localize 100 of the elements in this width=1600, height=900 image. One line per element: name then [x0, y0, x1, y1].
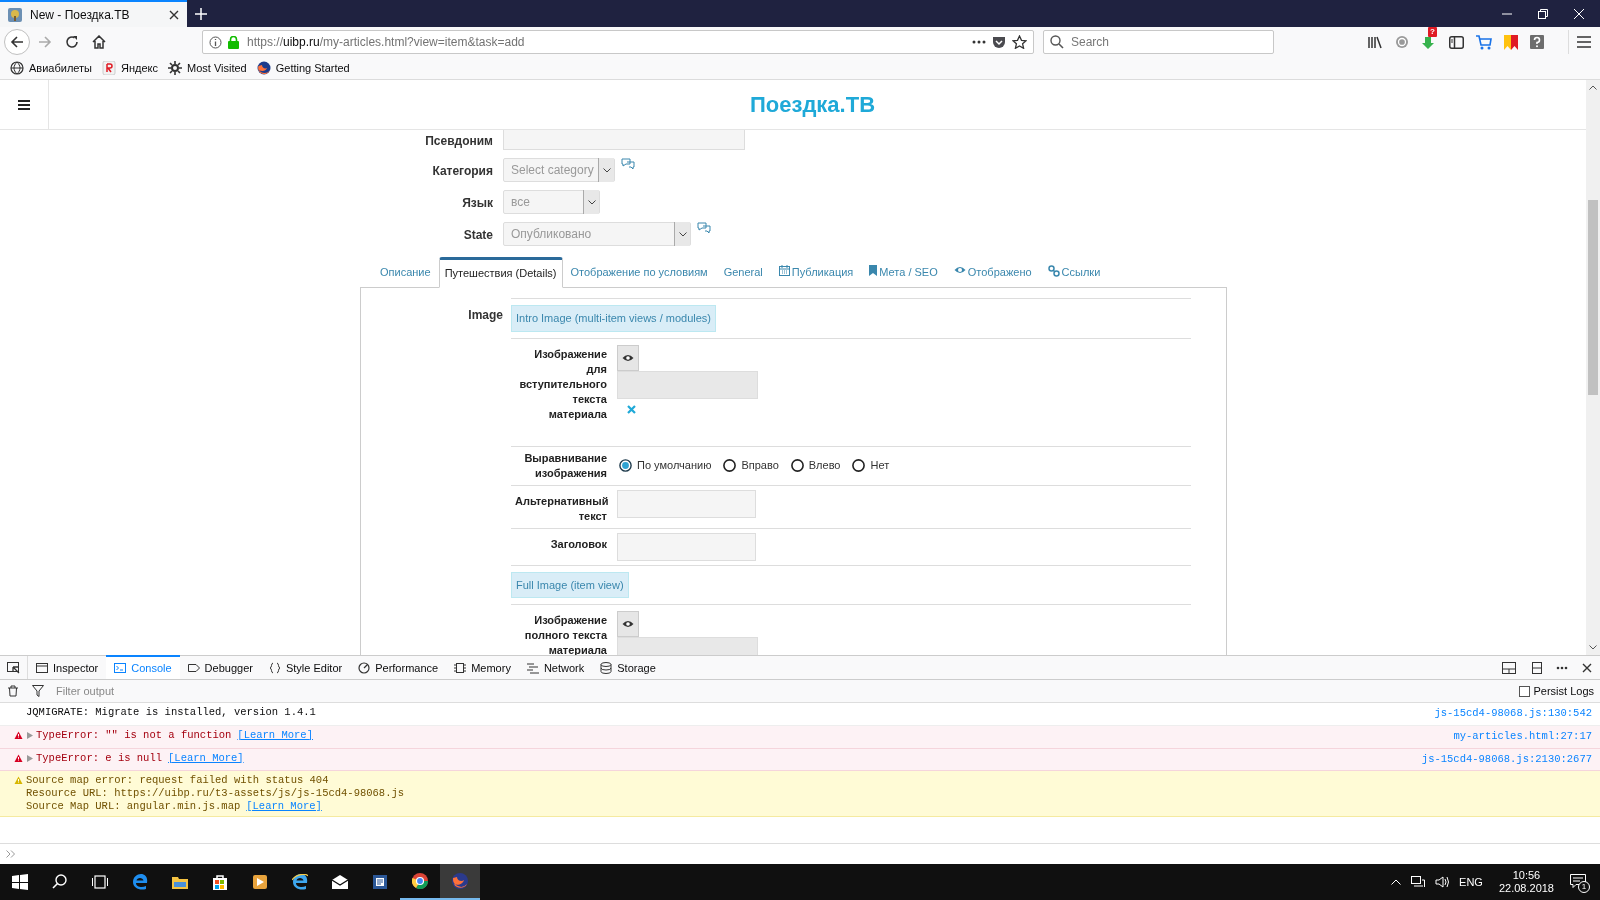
restore-icon[interactable] — [1538, 8, 1548, 19]
flag-icon[interactable] — [1504, 34, 1518, 50]
back-button[interactable] — [4, 29, 30, 55]
warning-icon — [14, 776, 23, 786]
radio-button[interactable] — [852, 459, 866, 472]
image-path-field[interactable] — [617, 370, 758, 399]
devtools-tab[interactable]: Performance — [350, 657, 447, 679]
expand-icon[interactable] — [27, 731, 33, 739]
scroll-down-icon[interactable] — [1589, 645, 1597, 650]
devtools-tab[interactable]: Debugger — [179, 657, 261, 679]
browser-e-icon[interactable] — [132, 874, 148, 890]
tab[interactable]: Путешествия (Details) — [438, 257, 563, 288]
radio-button[interactable] — [723, 459, 737, 472]
envelope-icon[interactable] — [332, 874, 348, 890]
info-icon[interactable] — [209, 35, 222, 49]
bookmark-item[interactable]: Авиабилеты — [10, 59, 92, 77]
clock[interactable]: 10:56 22.08.2018 — [1492, 869, 1560, 895]
tab[interactable]: Отображение по условиям — [562, 257, 716, 287]
close-icon[interactable] — [1582, 662, 1592, 673]
radio-option[interactable]: Нет — [852, 457, 890, 474]
bookmark-item[interactable]: Яндекс — [102, 59, 158, 77]
chevron-up-icon[interactable] — [1391, 879, 1402, 885]
shopping-bag-icon[interactable] — [212, 874, 228, 890]
tab[interactable]: Описание — [372, 257, 439, 287]
caret-icon — [678, 231, 687, 237]
chrome-ball-icon[interactable] — [412, 873, 428, 889]
speech-bubbles-icon[interactable] — [621, 158, 635, 170]
browser-e-icon[interactable] — [292, 874, 308, 890]
clear-icon[interactable] — [627, 404, 636, 414]
trash-icon[interactable] — [7, 685, 19, 697]
window-icon — [36, 662, 48, 674]
play-icon[interactable] — [252, 874, 268, 890]
dock-icon[interactable] — [1502, 661, 1518, 674]
language-indicator[interactable]: ENG — [1459, 873, 1483, 891]
devtools-tab[interactable]: Storage — [592, 657, 664, 679]
browser-logo-icon[interactable] — [452, 873, 468, 889]
menu-icon[interactable] — [18, 99, 30, 110]
preview-button[interactable] — [617, 611, 639, 637]
sidebar-icon[interactable] — [1449, 35, 1464, 49]
radio-option[interactable]: По умолчанию — [619, 457, 712, 474]
search-icon[interactable] — [52, 874, 68, 890]
checkbox[interactable] — [1519, 685, 1531, 697]
more-icon[interactable] — [972, 40, 986, 44]
devtools-tab[interactable]: Network — [518, 657, 593, 679]
filter-field[interactable]: Filter output — [56, 682, 456, 700]
browser-tab[interactable]: New - Поездка.ТВ — [0, 0, 187, 27]
close-icon[interactable] — [169, 9, 179, 20]
devtools-tab[interactable]: Memory — [446, 657, 519, 679]
bookmark-item[interactable]: Most Visited — [168, 59, 247, 77]
network-icon[interactable] — [1411, 876, 1426, 888]
back-arrow-icon — [10, 36, 24, 48]
text-field[interactable] — [617, 489, 756, 518]
tab[interactable]: Отображено — [945, 257, 1040, 287]
devtools-tab[interactable]: Inspector — [28, 657, 107, 679]
radio-button[interactable] — [790, 459, 804, 472]
notification-icon[interactable] — [1570, 874, 1586, 888]
tab[interactable]: General — [715, 257, 771, 287]
tab[interactable]: Публикация — [770, 257, 862, 287]
folder-icon[interactable] — [172, 874, 188, 890]
document-icon[interactable] — [372, 874, 388, 890]
address-bar[interactable]: https://uibp.ru/my-articles.html?view=item&task=add — [202, 30, 1034, 54]
source-link[interactable]: js-15cd4-98068.js:130:542 — [1434, 706, 1592, 722]
learn-more-link[interactable]: [Learn More] — [246, 800, 322, 814]
tab[interactable]: Ссылки — [1039, 257, 1109, 287]
star-icon[interactable] — [1012, 35, 1027, 49]
bookmark-item[interactable]: Getting Started — [256, 59, 350, 77]
scroll-up-icon[interactable] — [1589, 85, 1597, 90]
expand-icon[interactable] — [27, 754, 33, 762]
text-field[interactable] — [617, 532, 756, 561]
task-view-icon[interactable] — [92, 874, 108, 890]
prompt-icon — [6, 850, 16, 858]
more-icon[interactable] — [1556, 665, 1568, 670]
radio-option[interactable]: Влево — [790, 457, 841, 474]
text-field[interactable] — [503, 130, 745, 150]
library-icon[interactable] — [1368, 35, 1383, 49]
new-tab-icon[interactable] — [195, 7, 207, 20]
help-icon[interactable] — [1530, 35, 1544, 49]
radio-option[interactable]: Вправо — [723, 457, 779, 474]
search-field[interactable]: Search — [1043, 30, 1274, 54]
radio-button[interactable] — [619, 459, 632, 472]
download-icon[interactable] — [1421, 36, 1435, 50]
cart-icon[interactable] — [1476, 34, 1492, 50]
tag-icon — [187, 662, 200, 674]
pocket-icon[interactable] — [992, 35, 1006, 49]
split-console-icon[interactable] — [1532, 661, 1542, 674]
element-picker-icon[interactable] — [7, 661, 20, 674]
account-icon[interactable] — [1395, 35, 1409, 49]
windows-start-icon[interactable] — [12, 874, 28, 890]
devtools-tab[interactable]: Console — [106, 655, 180, 679]
home-icon[interactable] — [92, 35, 106, 49]
speech-bubbles-icon[interactable] — [697, 222, 711, 234]
devtools-tab[interactable]: Style Editor — [260, 657, 351, 679]
error-icon — [14, 730, 23, 740]
speaker-icon[interactable] — [1435, 876, 1450, 888]
learn-more-link[interactable]: [Learn More] — [168, 751, 244, 765]
scrollbar-thumb[interactable] — [1588, 200, 1598, 395]
tab[interactable]: Мета / SEO — [861, 257, 946, 287]
preview-button[interactable] — [617, 344, 639, 371]
reload-icon[interactable] — [65, 35, 79, 49]
checkbox-label: Persist Logs — [1533, 683, 1594, 699]
